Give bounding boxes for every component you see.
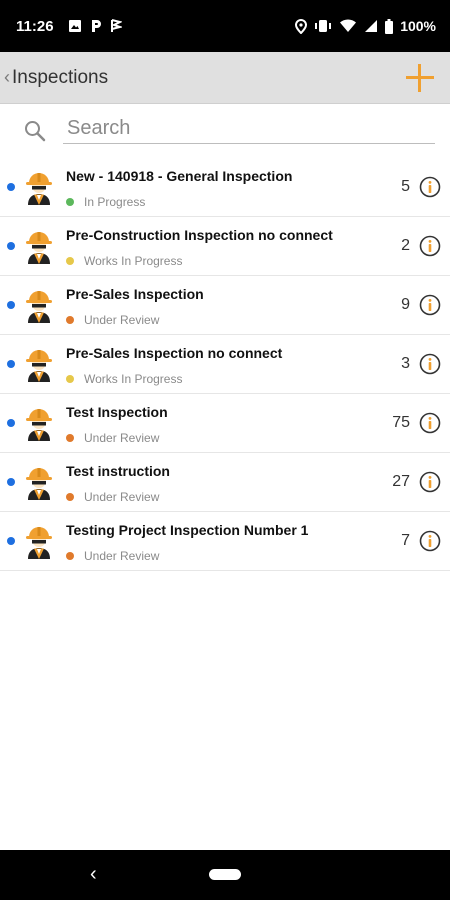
location-icon	[295, 18, 308, 34]
status-label: Under Review	[84, 431, 160, 445]
item-count: 2	[401, 237, 410, 254]
status-time: 11:26	[16, 17, 54, 35]
unread-indicator	[7, 360, 15, 368]
inspection-title: Pre-Construction Inspection no connect	[66, 227, 333, 243]
status-right: 100%	[295, 18, 436, 34]
status-label: Under Review	[84, 490, 160, 504]
flag-icon	[110, 19, 122, 32]
inspection-status: Under Review	[66, 549, 159, 563]
nav-back-button[interactable]: ‹	[90, 863, 97, 886]
wifi-icon	[340, 19, 357, 32]
navigation-bar: ‹	[0, 850, 450, 900]
status-bar: 11:26 100%	[0, 0, 450, 52]
search-bar	[0, 108, 450, 152]
info-icon[interactable]	[419, 471, 441, 493]
inspection-title: Test instruction	[66, 463, 170, 479]
inspection-title: Pre-Sales Inspection	[66, 286, 204, 302]
search-input[interactable]	[63, 114, 435, 144]
inspection-status: Under Review	[66, 431, 159, 445]
inspection-status: In Progress	[66, 195, 145, 209]
inspection-row[interactable]: Pre-Construction Inspection no connect W…	[0, 217, 450, 276]
status-label: Under Review	[84, 313, 160, 327]
status-dot	[66, 434, 74, 442]
inspection-title: Pre-Sales Inspection no connect	[66, 345, 283, 361]
inspection-title: New - 140918 - General Inspection	[66, 168, 293, 184]
status-dot	[66, 375, 74, 383]
status-dot	[66, 198, 74, 206]
unread-indicator	[7, 419, 15, 427]
inspection-title: Test Inspection	[66, 404, 168, 420]
inspection-title: Testing Project Inspection Number 1	[66, 522, 309, 538]
image-icon	[68, 20, 81, 32]
page-title: Inspections	[12, 66, 109, 88]
item-count: 5	[401, 178, 410, 195]
info-icon[interactable]	[419, 235, 441, 257]
inspector-avatar-icon	[26, 468, 52, 500]
signal-icon	[365, 20, 378, 32]
inspection-status: Under Review	[66, 313, 159, 327]
unread-indicator	[7, 478, 15, 486]
inspection-row[interactable]: Test Inspection Under Review 75	[0, 394, 450, 453]
inspector-avatar-icon	[26, 409, 52, 441]
inspection-row[interactable]: Testing Project Inspection Number 1 Unde…	[0, 512, 450, 571]
inspection-row[interactable]: Pre-Sales Inspection Under Review 9	[0, 276, 450, 335]
info-icon[interactable]	[419, 353, 441, 375]
inspection-row[interactable]: Pre-Sales Inspection no connect Works In…	[0, 335, 450, 394]
inspector-avatar-icon	[26, 527, 52, 559]
vibrate-icon	[315, 20, 332, 32]
inspection-status: Under Review	[66, 490, 159, 504]
inspector-avatar-icon	[26, 173, 52, 205]
status-label: In Progress	[84, 195, 146, 209]
inspector-avatar-icon	[26, 350, 52, 382]
info-icon[interactable]	[419, 530, 441, 552]
unread-indicator	[7, 537, 15, 545]
unread-indicator	[7, 183, 15, 191]
status-dot	[66, 552, 74, 560]
status-dot	[66, 257, 74, 265]
status-dot	[66, 493, 74, 501]
info-icon[interactable]	[419, 176, 441, 198]
notification-icons	[68, 19, 122, 33]
item-count: 75	[392, 414, 410, 431]
add-inspection-button[interactable]	[406, 63, 434, 92]
inspector-avatar-icon	[26, 291, 52, 323]
inspection-status: Works In Progress	[66, 372, 182, 386]
unread-indicator	[7, 301, 15, 309]
item-count: 9	[401, 296, 410, 313]
info-icon[interactable]	[419, 294, 441, 316]
inspector-avatar-icon	[26, 232, 52, 264]
unread-indicator	[7, 242, 15, 250]
search-icon	[25, 121, 46, 142]
inspection-status: Works In Progress	[66, 254, 182, 268]
inspection-row[interactable]: New - 140918 - General Inspection In Pro…	[0, 158, 450, 217]
status-dot	[66, 316, 74, 324]
back-button[interactable]: ‹ Inspections	[4, 67, 108, 89]
item-count: 27	[392, 473, 410, 490]
nav-home-button[interactable]	[209, 869, 241, 880]
status-label: Under Review	[84, 549, 160, 563]
item-count: 7	[401, 532, 410, 549]
status-label: Works In Progress	[84, 372, 183, 386]
app-bar: ‹ Inspections	[0, 52, 450, 104]
status-label: Works In Progress	[84, 254, 183, 268]
chevron-left-icon: ‹	[4, 67, 10, 87]
inspection-list: New - 140918 - General Inspection In Pro…	[0, 158, 450, 571]
battery-percent: 100%	[400, 18, 436, 34]
item-count: 3	[401, 355, 410, 372]
parking-icon	[91, 20, 101, 32]
battery-icon	[385, 18, 394, 34]
inspection-row[interactable]: Test instruction Under Review 27	[0, 453, 450, 512]
info-icon[interactable]	[419, 412, 441, 434]
